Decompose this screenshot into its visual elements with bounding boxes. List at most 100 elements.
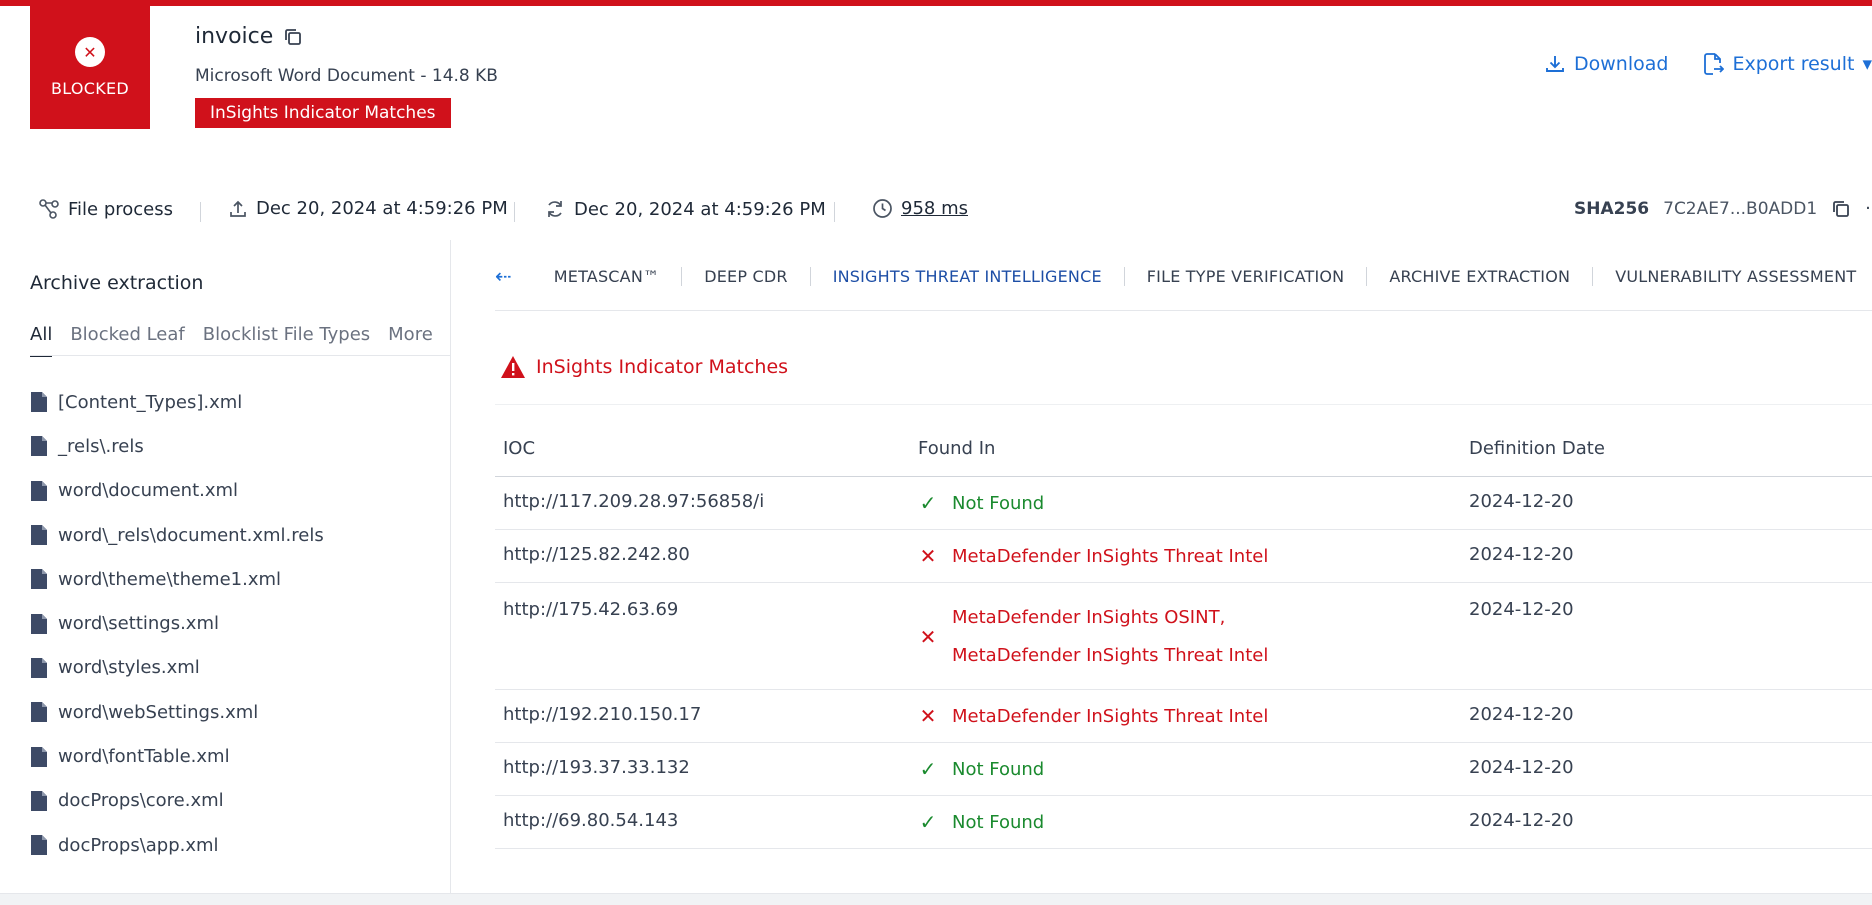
processed-time-text: Dec 20, 2024 at 4:59:26 PM <box>574 198 826 220</box>
tab-metascan[interactable]: METASCAN™ <box>532 266 683 286</box>
table-row: http://117.209.28.97:56858/i ✓ Not Found … <box>495 476 1872 530</box>
found-in-text: MetaDefender InSights OSINT, MetaDefender… <box>952 599 1268 675</box>
export-result-button[interactable]: Export result ▾ <box>1702 52 1872 76</box>
tab-file-type-verification[interactable]: FILE TYPE VERIFICATION <box>1125 266 1368 286</box>
date-cell: 2024-12-20 <box>1461 529 1872 583</box>
file-label: word\fontTable.xml <box>58 746 230 768</box>
x-icon: ✕ <box>919 625 937 649</box>
sha-label: SHA256 <box>1574 198 1650 219</box>
x-icon: ✕ <box>919 704 937 728</box>
list-item[interactable]: word\theme\theme1.xml <box>30 557 324 601</box>
tab-vulnerability-assessment[interactable]: VULNERABILITY ASSESSMENT <box>1593 267 1872 286</box>
file-label: word\styles.xml <box>58 657 200 679</box>
file-icon <box>31 392 47 413</box>
date-cell: 2024-12-20 <box>1461 742 1872 796</box>
found-in-cell: ✓ Not Found <box>910 795 1461 849</box>
list-item[interactable]: word\fontTable.xml <box>30 734 324 778</box>
chevron-down-icon: ▾ <box>1862 53 1872 75</box>
upload-icon <box>230 200 246 217</box>
ioc-cell: http://69.80.54.143 <box>495 795 910 849</box>
uploaded-time-text: Dec 20, 2024 at 4:59:26 PM <box>256 198 508 219</box>
list-item[interactable]: docProps\app.xml <box>30 823 324 867</box>
list-item[interactable]: word\_rels\document.xml.rels <box>30 513 324 557</box>
table-row: http://175.42.63.69 ✕ MetaDefender InSigh… <box>495 582 1872 690</box>
top-actions: Download Export result ▾ <box>1544 52 1872 76</box>
sha-value: 7C2AE7...B0ADD1 <box>1663 198 1818 219</box>
list-item[interactable]: _rels\.rels <box>30 424 324 468</box>
file-process-item[interactable]: File process <box>38 198 173 220</box>
more-icon[interactable]: ·· <box>1865 198 1872 219</box>
found-in-cell: ✕ MetaDefender InSights Threat Intel <box>910 689 1461 743</box>
ioc-cell: http://125.82.242.80 <box>495 529 910 583</box>
file-icon <box>31 746 47 767</box>
divider <box>200 202 201 222</box>
tab-archive-extraction[interactable]: ARCHIVE EXTRACTION <box>1367 266 1594 286</box>
file-icon <box>31 702 47 723</box>
copy-icon[interactable] <box>1831 199 1851 219</box>
found-in-text: MetaDefender InSights Threat Intel <box>952 705 1269 727</box>
file-label: _rels\.rels <box>58 435 144 457</box>
download-icon <box>1546 56 1564 72</box>
copy-icon[interactable] <box>283 27 303 47</box>
file-process-icon <box>39 199 59 219</box>
tab-all[interactable]: All <box>30 324 53 357</box>
column-header-definition-date: Definition Date <box>1461 420 1872 477</box>
file-icon <box>31 657 47 678</box>
found-in-text: MetaDefender InSights Threat Intel <box>952 545 1269 567</box>
engine-tabs: ⇠ METASCAN™ DEEP CDR INSIGHTS THREAT INT… <box>495 254 1872 298</box>
file-icon <box>31 436 47 457</box>
list-item[interactable]: word\webSettings.xml <box>30 690 324 734</box>
tab-blocklist-file-types[interactable]: Blocklist File Types <box>203 324 370 357</box>
ioc-table: IOC Found In Definition Date http://117.… <box>495 420 1872 849</box>
horizontal-scrollbar[interactable] <box>0 893 1872 905</box>
divider <box>30 355 450 356</box>
duration[interactable]: 958 ms <box>872 198 968 219</box>
list-item[interactable]: [Content_Types].xml <box>30 380 324 424</box>
tab-more[interactable]: More <box>388 324 433 357</box>
status-label: BLOCKED <box>50 79 130 98</box>
file-label: word\settings.xml <box>58 613 219 635</box>
found-in-line: MetaDefender InSights Threat Intel <box>952 645 1269 666</box>
table-row: http://69.80.54.143 ✓ Not Found 2024-12-2… <box>495 795 1872 849</box>
table-row: http://192.210.150.17 ✕ MetaDefender InSi… <box>495 689 1872 743</box>
column-header-found-in: Found In <box>910 420 1461 477</box>
processed-time: Dec 20, 2024 at 4:59:26 PM <box>544 198 826 220</box>
file-label: word\document.xml <box>58 480 239 502</box>
found-in-text: Not Found <box>952 758 1045 780</box>
file-label: word\_rels\document.xml.rels <box>58 524 324 546</box>
tab-insights-threat-intelligence[interactable]: INSIGHTS THREAT INTELLIGENCE <box>811 266 1125 286</box>
file-icon <box>31 480 47 501</box>
download-button[interactable]: Download <box>1544 52 1668 76</box>
ioc-cell: http://117.209.28.97:56858/i <box>495 476 910 530</box>
file-label: word\theme\theme1.xml <box>58 568 282 590</box>
tab-deep-cdr[interactable]: DEEP CDR <box>682 266 811 286</box>
tab-blocked-leaf[interactable]: Blocked Leaf <box>70 324 184 357</box>
file-process-label: File process <box>68 198 174 220</box>
file-list: [Content_Types].xml _rels\.rels word\doc… <box>30 380 324 867</box>
found-in-cell: ✕ MetaDefender InSights Threat Intel <box>910 529 1461 583</box>
back-arrow-icon[interactable]: ⇠ <box>495 264 512 288</box>
found-in-cell: ✓ Not Found <box>910 742 1461 796</box>
warning-icon <box>501 356 525 378</box>
export-label: Export result <box>1732 53 1855 75</box>
sidebar-tabs: All Blocked Leaf Blocklist File Types Mo… <box>30 324 433 357</box>
sha256-info: SHA256 7C2AE7...B0ADD1 ·· <box>1574 198 1872 219</box>
file-label: word\webSettings.xml <box>58 701 259 723</box>
check-icon: ✓ <box>919 757 937 781</box>
table-row: http://125.82.242.80 ✕ MetaDefender InSig… <box>495 529 1872 583</box>
list-item[interactable]: word\document.xml <box>30 469 324 513</box>
found-in-text: Not Found <box>952 811 1045 833</box>
ioc-cell: http://192.210.150.17 <box>495 689 910 743</box>
column-header-ioc: IOC <box>495 420 910 477</box>
blocked-status-box: ✕ BLOCKED <box>30 6 150 129</box>
file-meta: Microsoft Word Document - 14.8 KB <box>195 66 498 86</box>
list-item[interactable]: word\styles.xml <box>30 646 324 690</box>
file-label: docProps\core.xml <box>58 790 224 812</box>
file-icon <box>31 613 47 634</box>
list-item[interactable]: word\settings.xml <box>30 601 324 645</box>
list-item[interactable]: docProps\core.xml <box>30 779 324 823</box>
divider <box>495 404 1872 405</box>
export-icon <box>1704 53 1725 75</box>
top-status-bar <box>0 0 1872 6</box>
found-in-cell: ✓ Not Found <box>910 476 1461 530</box>
